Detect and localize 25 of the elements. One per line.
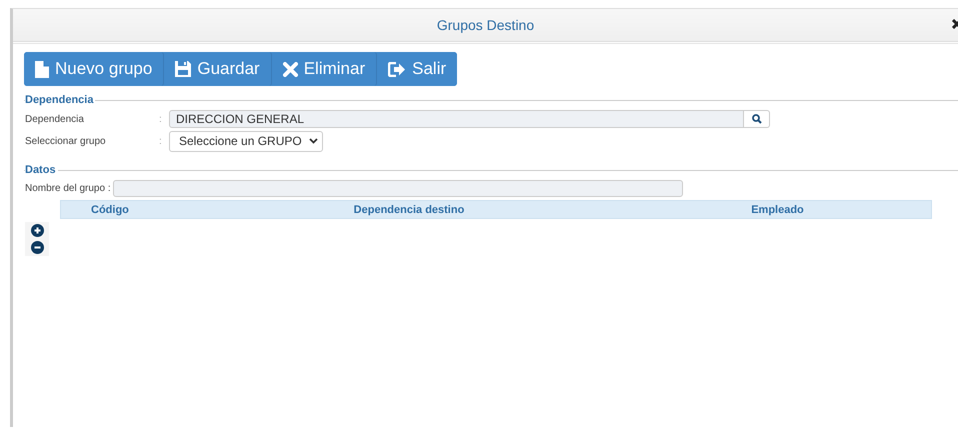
column-header: Dependencia destino xyxy=(352,204,466,216)
x-icon xyxy=(282,62,298,76)
chevron-down-icon xyxy=(308,138,318,144)
exit-icon xyxy=(388,62,406,76)
document-icon xyxy=(35,60,49,78)
minus-circle-icon xyxy=(30,241,44,254)
field-label: Seleccionar grupo xyxy=(25,136,107,146)
colon-separator: : xyxy=(159,136,163,146)
group-dropdown[interactable]: Seleccione un GRUPO xyxy=(169,130,323,152)
group-name-field[interactable] xyxy=(112,180,683,197)
add-row-button[interactable] xyxy=(25,222,49,239)
column-header: Empleado xyxy=(750,204,805,216)
window-title: Grupos Destino xyxy=(436,17,534,33)
search-icon xyxy=(752,114,762,124)
dependencia-field[interactable]: DIRECCION GENERAL xyxy=(169,110,744,128)
column-header: Código xyxy=(90,204,130,216)
field-label: Dependencia xyxy=(25,114,85,124)
field-label: Nombre del grupo : xyxy=(25,183,111,194)
remove-row-button[interactable] xyxy=(25,239,49,256)
new-button[interactable]: Nuevo grupo xyxy=(24,52,164,86)
colon-separator: : xyxy=(159,114,163,124)
section-legend: Dependencia xyxy=(25,94,96,106)
search-button[interactable] xyxy=(744,110,770,128)
section-legend: Datos xyxy=(25,164,58,176)
plus-circle-icon xyxy=(30,224,44,237)
